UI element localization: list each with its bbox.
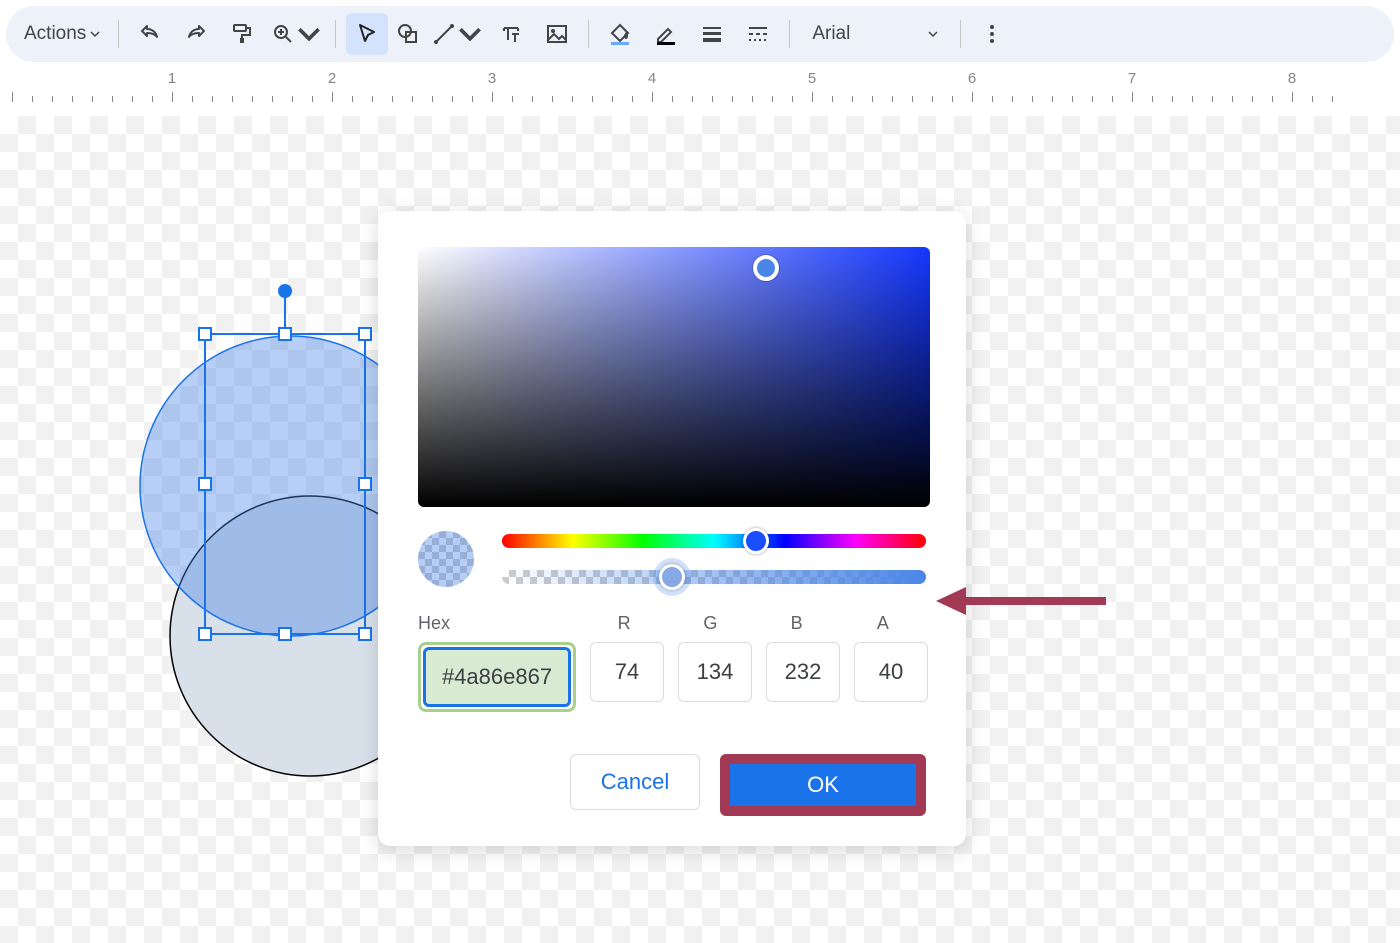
b-input[interactable] — [766, 642, 840, 702]
border-dash-button[interactable] — [737, 13, 779, 55]
separator — [118, 20, 119, 48]
line-icon — [432, 22, 456, 46]
font-selector[interactable]: Arial — [800, 15, 950, 53]
separator — [588, 20, 589, 48]
redo-icon — [184, 22, 208, 46]
saturation-value-area[interactable] — [418, 247, 930, 507]
undo-icon — [138, 22, 162, 46]
fill-bucket-icon — [608, 22, 632, 46]
chevron-down-icon — [90, 29, 100, 39]
border-color-button[interactable] — [645, 13, 687, 55]
actions-menu[interactable]: Actions — [16, 17, 108, 51]
separator — [789, 20, 790, 48]
label-a: A — [840, 613, 926, 634]
line-tool[interactable] — [428, 13, 486, 55]
chevron-down-icon — [928, 29, 938, 39]
text-icon — [499, 22, 523, 46]
ruler-unit: 3 — [488, 70, 496, 87]
font-name: Arial — [812, 23, 850, 45]
line-weight-icon — [700, 22, 724, 46]
g-input[interactable] — [678, 642, 752, 702]
actions-label: Actions — [24, 23, 86, 45]
alpha-slider[interactable] — [502, 570, 926, 584]
hue-slider[interactable] — [502, 534, 926, 548]
zoom-icon — [271, 22, 295, 46]
chevron-down-icon — [458, 22, 482, 46]
pen-icon — [654, 22, 678, 46]
more-vert-icon — [980, 22, 1004, 46]
label-hex: Hex — [418, 613, 581, 634]
redo-button[interactable] — [175, 13, 217, 55]
color-swatch-preview — [418, 531, 474, 587]
horizontal-ruler: 1 2 3 4 5 6 7 8 — [0, 70, 1400, 102]
shape-icon — [396, 22, 420, 46]
ruler-unit: 8 — [1288, 70, 1296, 87]
ruler-unit: 1 — [168, 70, 176, 87]
border-weight-button[interactable] — [691, 13, 733, 55]
label-r: R — [581, 613, 667, 634]
hex-input[interactable] — [423, 647, 571, 707]
undo-button[interactable] — [129, 13, 171, 55]
r-input[interactable] — [590, 642, 664, 702]
select-tool[interactable] — [346, 13, 388, 55]
ruler-unit: 7 — [1128, 70, 1136, 87]
hue-slider-thumb[interactable] — [743, 528, 769, 554]
field-labels: Hex R G B A — [418, 613, 926, 634]
ruler-unit: 5 — [808, 70, 816, 87]
alpha-slider-thumb[interactable] — [659, 564, 685, 590]
more-options-button[interactable] — [971, 13, 1013, 55]
ruler-unit: 2 — [328, 70, 336, 87]
image-icon — [545, 22, 569, 46]
toolbar: Actions Arial — [6, 6, 1394, 62]
fill-color-button[interactable] — [599, 13, 641, 55]
color-picker-dialog: Hex R G B A Cancel OK — [378, 211, 966, 846]
chevron-down-icon — [297, 22, 321, 46]
ruler-unit: 4 — [648, 70, 656, 87]
shape-tool[interactable] — [392, 13, 424, 55]
line-dash-icon — [746, 22, 770, 46]
ok-button[interactable]: OK — [720, 754, 926, 816]
a-input[interactable] — [854, 642, 928, 702]
cursor-icon — [355, 22, 379, 46]
paint-roller-icon — [230, 22, 254, 46]
label-g: G — [667, 613, 753, 634]
label-b: B — [753, 613, 839, 634]
ruler-unit: 6 — [968, 70, 976, 87]
sv-cursor[interactable] — [753, 255, 779, 281]
paint-format-button[interactable] — [221, 13, 263, 55]
zoom-button[interactable] — [267, 13, 325, 55]
separator — [960, 20, 961, 48]
cancel-button[interactable]: Cancel — [570, 754, 700, 810]
textbox-tool[interactable] — [490, 13, 532, 55]
image-tool[interactable] — [536, 13, 578, 55]
separator — [335, 20, 336, 48]
hex-highlight — [418, 642, 576, 712]
